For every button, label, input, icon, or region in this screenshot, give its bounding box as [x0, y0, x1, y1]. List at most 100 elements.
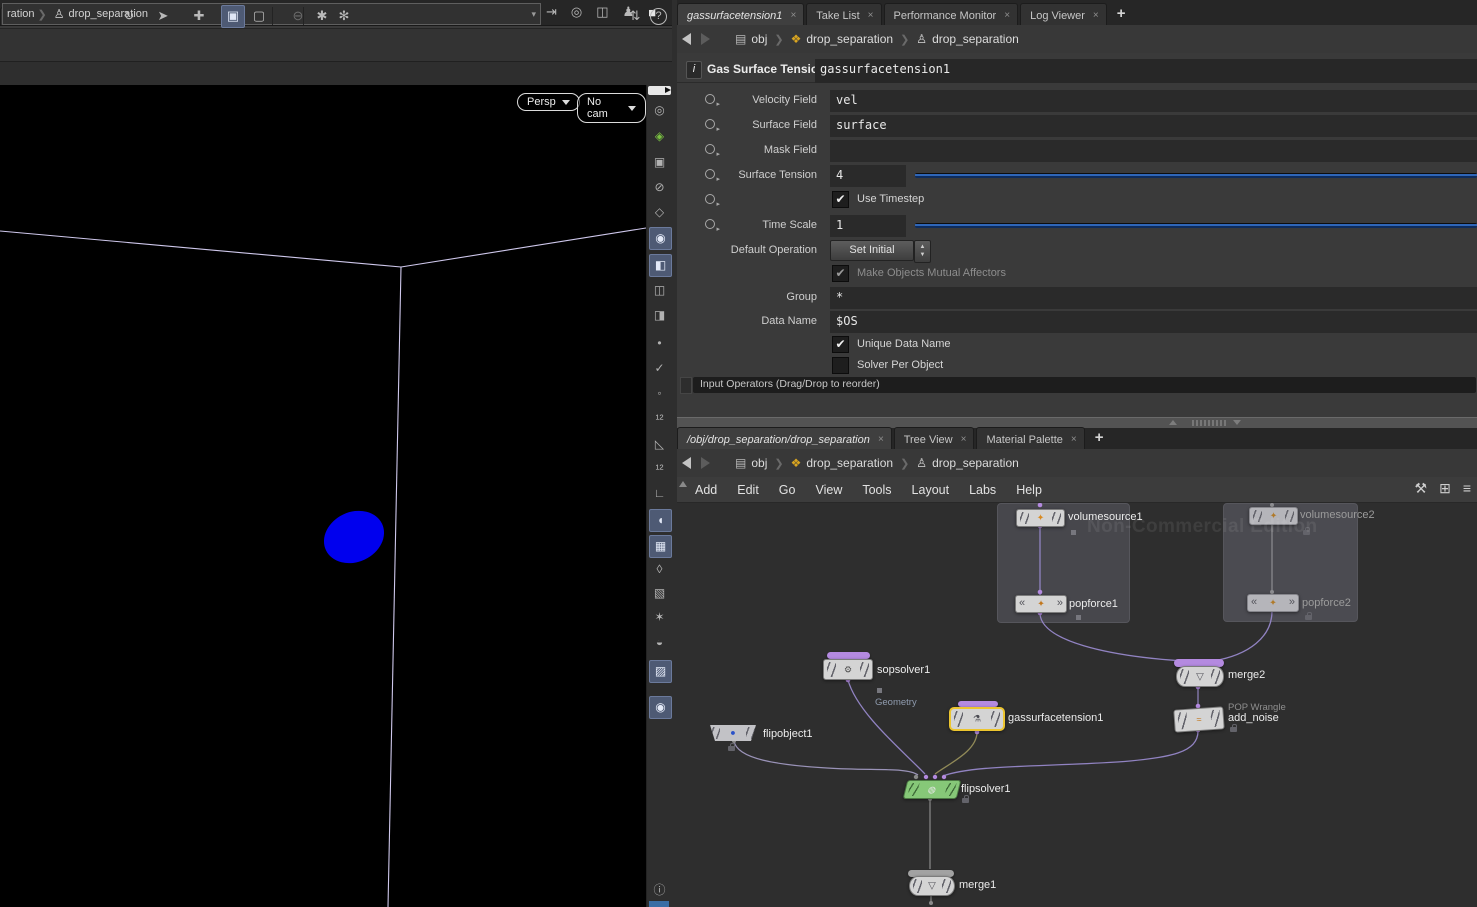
- lock-camera-icon[interactable]: ▣: [649, 152, 670, 173]
- show-points-icon[interactable]: •: [649, 333, 670, 354]
- prim-hook-icon[interactable]: ◺: [649, 434, 670, 455]
- tab-material-palette[interactable]: Material Palette×: [976, 427, 1084, 449]
- camera-marker-icon[interactable]: ◉: [649, 696, 672, 719]
- uv-overlay-icon[interactable]: ▧: [649, 583, 670, 604]
- time-scale-input[interactable]: 1: [830, 215, 906, 237]
- ghost-geometry-icon[interactable]: ◨: [649, 305, 670, 326]
- viewport-info-icon[interactable]: ⓘ: [649, 880, 670, 901]
- close-icon[interactable]: ×: [790, 11, 796, 21]
- velocity-field-input[interactable]: vel: [830, 90, 1477, 112]
- breadcrumb-obj-0[interactable]: ▤obj: [731, 456, 771, 470]
- close-icon[interactable]: ×: [868, 11, 874, 21]
- menu-view[interactable]: View: [815, 483, 842, 497]
- surface-field-input[interactable]: surface: [830, 115, 1477, 137]
- new-tab-button[interactable]: +: [1087, 429, 1112, 449]
- node-gassurfacetension1[interactable]: ⚗: [949, 707, 1005, 731]
- menu-go[interactable]: Go: [779, 483, 796, 497]
- lock-icon[interactable]: [728, 746, 735, 751]
- node-info-icon[interactable]: i: [686, 61, 702, 79]
- move-tool-icon[interactable]: ✚: [188, 6, 210, 26]
- perspective-view-button[interactable]: Persp: [517, 93, 580, 111]
- tab-gassurfacetension1[interactable]: gassurfacetension1×: [677, 3, 804, 25]
- tree-hierarchy-icon[interactable]: ⊞: [1439, 480, 1451, 497]
- scroll-up-icon[interactable]: [679, 481, 687, 487]
- spinner-up-icon[interactable]: ▲: [915, 243, 930, 251]
- snapshot-icon[interactable]: ✻: [333, 6, 355, 26]
- select-tool-icon[interactable]: ➤: [152, 6, 174, 26]
- point-numbers-icon[interactable]: ¹²: [649, 409, 670, 430]
- flipbook-icon[interactable]: ✱: [311, 6, 333, 26]
- surface-tension-input[interactable]: 4: [830, 165, 906, 187]
- show-objects-icon[interactable]: ▣: [221, 5, 245, 28]
- close-icon[interactable]: ×: [878, 435, 884, 445]
- list-view-icon[interactable]: ≡: [1463, 480, 1471, 497]
- secure-selection-icon[interactable]: ▢: [248, 6, 270, 26]
- snap-icon[interactable]: ◈: [649, 126, 670, 147]
- point-trails-icon[interactable]: ✓: [649, 358, 670, 379]
- lock-icon[interactable]: [1305, 615, 1312, 620]
- forward-arrow-icon[interactable]: [701, 457, 710, 469]
- node-flipobject1[interactable]: ●: [708, 725, 758, 741]
- network-tools-icon[interactable]: ⚒: [1415, 480, 1428, 497]
- prim-numbers-icon[interactable]: ¹²: [649, 459, 670, 480]
- visibility-icon[interactable]: ◎: [649, 100, 670, 121]
- menu-help[interactable]: Help: [1016, 483, 1042, 497]
- shading-mode-icon[interactable]: ◧: [649, 254, 672, 277]
- profile-corner-icon[interactable]: ∟: [649, 483, 670, 504]
- help-icon[interactable]: ?: [650, 8, 667, 25]
- breadcrumb-drop-separation-2[interactable]: ♙drop_separation: [912, 32, 1023, 46]
- axis-icon[interactable]: ✶: [649, 607, 670, 628]
- default-operation-select[interactable]: Set Initial: [830, 240, 914, 261]
- unique-data-name-checkbox[interactable]: ✔: [832, 336, 849, 353]
- sort-display-icon[interactable]: ⇅: [624, 6, 646, 26]
- node-add-noise[interactable]: ≈: [1173, 706, 1224, 732]
- flag-icon[interactable]: [1076, 615, 1081, 620]
- pin-icon[interactable]: ⇥: [546, 4, 557, 20]
- normal-lighting-icon[interactable]: ◉: [649, 227, 672, 250]
- new-tab-button[interactable]: +: [1109, 5, 1134, 25]
- collapse-down-icon[interactable]: [1233, 420, 1241, 425]
- background-image-icon[interactable]: ▨: [649, 660, 672, 683]
- flag-icon[interactable]: [1071, 530, 1076, 535]
- back-arrow-icon[interactable]: [682, 457, 691, 469]
- node-flipsolver1[interactable]: ◍: [903, 780, 962, 799]
- back-arrow-icon[interactable]: [682, 33, 691, 45]
- show-handles-icon[interactable]: ◖: [649, 509, 672, 532]
- node-merge2[interactable]: ▽: [1176, 666, 1224, 687]
- node-name-input[interactable]: gassurfacetension1: [815, 59, 1477, 83]
- group-select-icon[interactable]: ⊖: [287, 6, 309, 26]
- network-editor-canvas[interactable]: ✦ volumesource1 ✦ popforce1 ✦ volumesour…: [677, 503, 1477, 907]
- checkerboard-icon[interactable]: ▦: [649, 535, 672, 558]
- solver-per-object-checkbox[interactable]: [832, 357, 849, 374]
- param-ref-icon[interactable]: [705, 194, 715, 204]
- node-merge1[interactable]: ▽: [909, 876, 955, 896]
- toolbar-scrollbar[interactable]: [648, 86, 671, 95]
- mutual-affectors-checkbox[interactable]: ✔: [832, 265, 849, 282]
- tab-performance-monitor[interactable]: Performance Monitor×: [884, 3, 1019, 25]
- tab-log-viewer[interactable]: Log Viewer×: [1020, 3, 1107, 25]
- sopsolver1-display-flag[interactable]: [827, 652, 870, 659]
- breadcrumb-drop-separation-1[interactable]: ❖drop_separation: [787, 32, 898, 46]
- tab-obj-drop-separation-drop-separation[interactable]: /obj/drop_separation/drop_separation×: [677, 427, 892, 449]
- lock-icon[interactable]: [1230, 727, 1237, 732]
- camera-select-button[interactable]: No cam: [577, 93, 646, 123]
- menu-edit[interactable]: Edit: [737, 483, 759, 497]
- follow-target-icon[interactable]: ◎: [571, 4, 582, 20]
- menu-add[interactable]: Add: [695, 483, 717, 497]
- group-list-icon[interactable]: ◒: [649, 632, 670, 653]
- spinner-down-icon[interactable]: ▼: [915, 251, 930, 259]
- view-tool-icon[interactable]: ↻: [118, 6, 140, 26]
- mask-field-input[interactable]: [830, 140, 1477, 162]
- close-icon[interactable]: ×: [1004, 11, 1010, 21]
- headlight-icon[interactable]: ◇: [649, 202, 670, 223]
- link-cube-icon[interactable]: ◫: [596, 4, 608, 20]
- node-sopsolver1[interactable]: ⚙: [823, 659, 873, 680]
- close-icon[interactable]: ×: [1071, 435, 1077, 445]
- breadcrumb-drop-separation-1[interactable]: ❖drop_separation: [787, 456, 898, 470]
- node-volumesource1[interactable]: ✦: [1016, 509, 1065, 527]
- menu-layout[interactable]: Layout: [912, 483, 950, 497]
- operation-spinner[interactable]: ▲ ▼: [914, 240, 931, 263]
- scene-viewport[interactable]: Persp No cam: [0, 85, 646, 907]
- no-lights-icon[interactable]: ⊘: [649, 177, 670, 198]
- input-operators-header[interactable]: Input Operators (Drag/Drop to reorder): [693, 377, 1476, 393]
